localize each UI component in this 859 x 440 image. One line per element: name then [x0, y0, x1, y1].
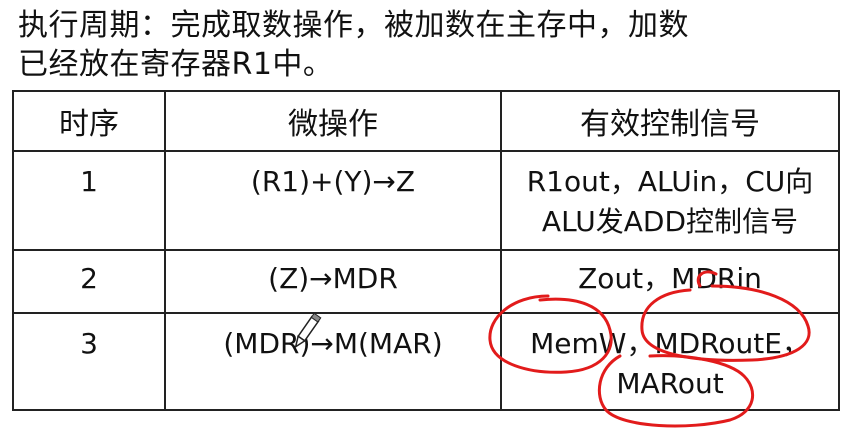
table-row: 3 (MDR)→M(MAR) MemW，MDRoutE， MARout	[12, 312, 840, 411]
header-micro-op: 微操作	[164, 90, 502, 152]
table-row: 1 (R1)+(Y)→Z R1out，ALUin，CU向 ALU发ADD控制信号	[12, 150, 840, 251]
signal-line: ALU发ADD控制信号	[541, 205, 799, 238]
heading-line-1: 执行周期：完成取数操作，被加数在主存中，加数	[18, 8, 689, 43]
signals-cell: R1out，ALUin，CU向 ALU发ADD控制信号	[500, 150, 840, 251]
header-step: 时序	[12, 90, 166, 152]
signal-line: MemW，MDRoutE，	[530, 327, 810, 360]
signal-line: R1out，ALUin，CU向	[526, 165, 814, 198]
signal-line: Zout，MDRin	[578, 262, 762, 295]
signals-cell: MemW，MDRoutE， MARout	[500, 312, 840, 411]
signals-cell: Zout，MDRin	[500, 249, 840, 314]
micro-operation-table: 时序 微操作 有效控制信号 1 (R1)+(Y)→Z R1out，ALUin，C…	[12, 90, 840, 411]
micro-op-cell: (MDR)→M(MAR)	[164, 312, 502, 411]
step-cell: 2	[12, 249, 166, 314]
table-header-row: 时序 微操作 有效控制信号	[12, 90, 840, 152]
header-signals: 有效控制信号	[500, 90, 840, 152]
micro-op-cell: (Z)→MDR	[164, 249, 502, 314]
heading-line-2: 已经放在寄存器R1中。	[18, 47, 334, 82]
table-row: 2 (Z)→MDR Zout，MDRin	[12, 249, 840, 314]
step-cell: 3	[12, 312, 166, 411]
step-cell: 1	[12, 150, 166, 251]
slide-heading: 执行周期：完成取数操作，被加数在主存中，加数 已经放在寄存器R1中。	[18, 6, 848, 84]
micro-op-cell: (R1)+(Y)→Z	[164, 150, 502, 251]
signal-line: MARout	[616, 367, 724, 400]
